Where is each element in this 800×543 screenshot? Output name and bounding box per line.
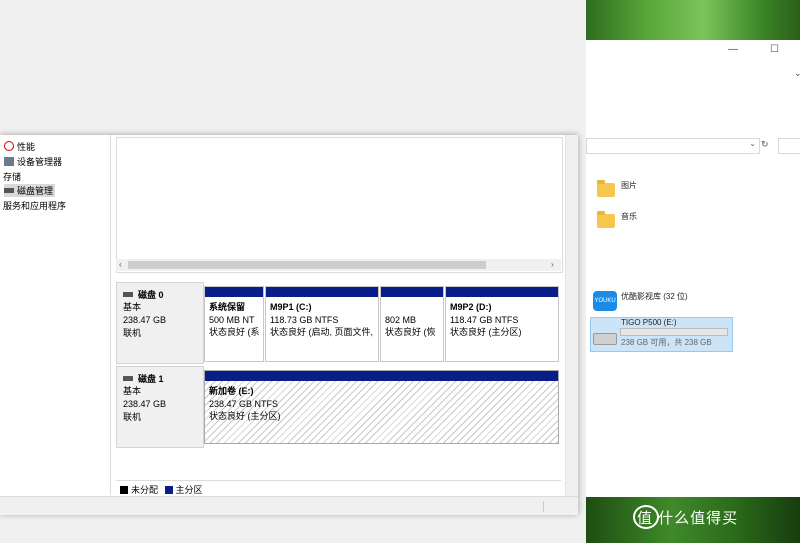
address-bar[interactable]: ⌄ bbox=[586, 138, 760, 154]
partition-name: 系统保留 bbox=[209, 302, 246, 312]
tree-item-storage[interactable]: 存储 bbox=[3, 170, 21, 183]
volume-list[interactable] bbox=[116, 137, 563, 273]
console-tree: 性能 设备管理器 存储 磁盘管理 服务和应用程序 bbox=[0, 135, 111, 495]
partition-size: 500 MB NT bbox=[209, 314, 255, 325]
disk-size: 238.47 GB bbox=[123, 315, 167, 325]
tree-item-label: 磁盘管理 bbox=[17, 186, 54, 196]
partition-recovery[interactable]: 802 MB 状态良好 (恢 bbox=[380, 286, 444, 362]
search-input[interactable] bbox=[778, 138, 800, 154]
watermark-text: 值 什么值得买 bbox=[637, 510, 739, 527]
tree-item-services[interactable]: 服务和应用程序 bbox=[3, 199, 66, 212]
disk-type: 基本 bbox=[123, 386, 142, 396]
maximize-icon[interactable]: ☐ bbox=[770, 44, 779, 55]
refresh-icon[interactable]: ↻ bbox=[761, 139, 769, 150]
library-label[interactable]: 优酷影视库 (32 位) bbox=[621, 291, 688, 302]
disk-name: 磁盘 1 bbox=[138, 374, 164, 384]
vertical-scrollbar[interactable] bbox=[565, 135, 578, 497]
partition-name: 新加卷 (E:) bbox=[209, 386, 254, 396]
minimize-icon[interactable]: — bbox=[728, 44, 738, 55]
partition-size: 802 MB bbox=[385, 314, 417, 325]
legend: 未分配 主分区 bbox=[116, 480, 561, 496]
partition-size: 118.47 GB NTFS bbox=[450, 314, 519, 325]
partition-status: 状态良好 (系 bbox=[209, 327, 260, 337]
disk-0-header[interactable]: 磁盘 0 基本 238.47 GB 联机 bbox=[116, 282, 204, 364]
tree-item-disk-management[interactable]: 磁盘管理 bbox=[4, 184, 56, 197]
partition-status: 状态良好 (恢 bbox=[385, 327, 436, 337]
disk-management-icon bbox=[4, 188, 14, 193]
tree-item-performance[interactable]: 性能 bbox=[4, 140, 35, 153]
chevron-down-icon[interactable]: ⌄ bbox=[794, 68, 800, 79]
status-bar bbox=[0, 496, 578, 515]
partition-color-bar bbox=[205, 371, 558, 381]
partition-size: 238.47 GB NTFS bbox=[209, 398, 279, 409]
scrollbar-thumb[interactable] bbox=[128, 261, 486, 269]
disk-icon bbox=[123, 376, 133, 381]
drive-free-space: 238 GB 可用，共 238 GB bbox=[621, 338, 712, 347]
legend-primary: 主分区 bbox=[175, 485, 203, 495]
legend-unallocated: 未分配 bbox=[131, 485, 159, 495]
partition-status: 状态良好 (启动, 页面文件, bbox=[270, 327, 373, 337]
partition-system-reserved[interactable]: 系统保留 500 MB NT 状态良好 (系 bbox=[204, 286, 264, 362]
drive-name: TIGO P500 (E:) bbox=[621, 318, 677, 327]
tree-item-label: 存储 bbox=[3, 172, 22, 182]
partition-e[interactable]: 新加卷 (E:) 238.47 GB NTFS 状态良好 (主分区) bbox=[204, 370, 559, 444]
primary-swatch bbox=[164, 486, 173, 494]
disk-type: 基本 bbox=[123, 302, 142, 312]
scroll-right-icon[interactable]: › bbox=[551, 260, 554, 269]
disk-status: 联机 bbox=[123, 328, 142, 338]
explorer-titlebar bbox=[586, 40, 800, 65]
disk-icon bbox=[123, 292, 133, 297]
music-folder-icon[interactable] bbox=[597, 211, 615, 228]
performance-icon bbox=[4, 141, 14, 151]
partition-c[interactable]: M9P1 (C:) 118.73 GB NTFS 状态良好 (启动, 页面文件, bbox=[265, 286, 379, 362]
partition-color-bar bbox=[446, 287, 558, 297]
tree-item-label: 设备管理器 bbox=[17, 157, 63, 167]
drive-icon bbox=[593, 333, 617, 345]
drive-usage-bar bbox=[620, 328, 728, 336]
tree-item-label: 性能 bbox=[17, 142, 36, 152]
unallocated-swatch bbox=[120, 486, 128, 494]
youku-app-icon[interactable]: YOUKU bbox=[593, 291, 617, 311]
tree-item-label: 服务和应用程序 bbox=[3, 201, 67, 211]
disk-1-header[interactable]: 磁盘 1 基本 238.47 GB 联机 bbox=[116, 366, 204, 448]
partition-size: 118.73 GB NTFS bbox=[270, 314, 339, 325]
pictures-folder-icon[interactable] bbox=[597, 180, 615, 197]
partition-status: 状态良好 (主分区) bbox=[450, 327, 522, 337]
partition-d[interactable]: M9P2 (D:) 118.47 GB NTFS 状态良好 (主分区) bbox=[445, 286, 559, 362]
partition-color-bar bbox=[266, 287, 378, 297]
partition-color-bar bbox=[381, 287, 443, 297]
disk-status: 联机 bbox=[123, 412, 142, 422]
partition-color-bar bbox=[205, 287, 263, 297]
partition-status: 状态良好 (主分区) bbox=[209, 411, 281, 421]
desktop-wallpaper-top bbox=[586, 0, 800, 40]
scroll-left-icon[interactable]: ‹ bbox=[119, 260, 122, 269]
folder-label-pictures[interactable]: 图片 bbox=[621, 180, 637, 191]
tree-item-device-manager[interactable]: 设备管理器 bbox=[4, 155, 62, 168]
chevron-down-icon[interactable]: ⌄ bbox=[749, 139, 756, 148]
disk-name: 磁盘 0 bbox=[138, 290, 164, 300]
explorer-ribbon bbox=[586, 64, 800, 126]
partition-name: M9P1 (C:) bbox=[270, 302, 312, 312]
disk-size: 238.47 GB bbox=[123, 399, 167, 409]
folder-label-music[interactable]: 音乐 bbox=[621, 211, 637, 222]
device-manager-icon bbox=[4, 157, 14, 166]
partition-name: M9P2 (D:) bbox=[450, 302, 492, 312]
